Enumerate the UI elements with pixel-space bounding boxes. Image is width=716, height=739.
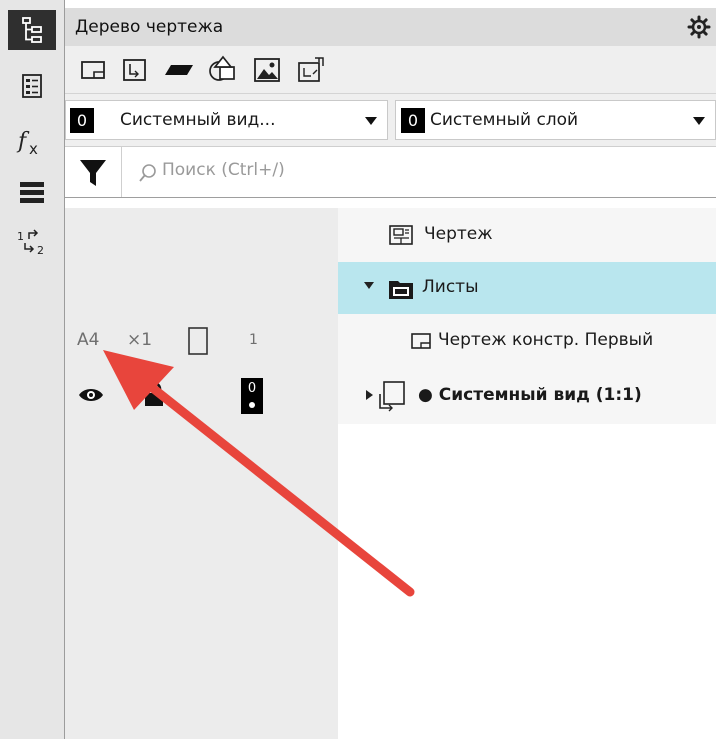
tree-item-label: Чертеж констр. Первый: [438, 330, 654, 350]
layers-icon: [20, 182, 44, 203]
collapse-arrow-icon[interactable]: [366, 390, 373, 400]
row-attributes-cell: [65, 208, 338, 262]
drawing-tree-panel: Дерево чертежа 0 Системный вид... 0 Сист…: [65, 0, 716, 739]
drawing-icon: [389, 225, 413, 245]
properties-tab-button[interactable]: [8, 66, 56, 106]
row-name-cell: Чертеж: [338, 208, 716, 262]
portrait-orientation-icon: [188, 327, 208, 355]
tree-row-system-view[interactable]: 0 ● Системный вид (1:1): [65, 368, 716, 424]
parallelogram-icon: [165, 65, 193, 75]
tree-item-label: Чертеж: [424, 224, 493, 244]
sheet-format: А4: [77, 330, 100, 350]
settings-button[interactable]: [684, 12, 714, 42]
new-sheet-button[interactable]: [77, 54, 109, 86]
shapes-icon: [209, 55, 235, 81]
view-number: 0: [70, 108, 94, 133]
tree-row-drawing[interactable]: Чертеж: [65, 208, 716, 262]
attributes-column-empty: [65, 424, 338, 739]
left-icon-rail: f x 1 2: [0, 0, 65, 739]
svg-text:1: 1: [17, 230, 24, 243]
layer-badge-number: 0: [247, 381, 257, 396]
row-attributes-cell: А4 ×1 1: [65, 314, 338, 368]
tree-icon: [22, 17, 42, 43]
insert-image-button[interactable]: [251, 54, 283, 86]
fragment-icon: [298, 57, 324, 82]
tree-row-sheet[interactable]: А4 ×1 1 Чертеж констр. Первый: [65, 314, 716, 368]
row-name-cell-selected: Листы: [338, 262, 716, 314]
sheet-multiplier: ×1: [127, 330, 153, 350]
view-icon: [379, 381, 405, 412]
order-tab-button[interactable]: 1 2: [8, 222, 56, 262]
object-toolbar: [65, 46, 716, 94]
fragment-button[interactable]: [295, 54, 327, 86]
row-name-cell: ● Системный вид (1:1): [338, 368, 716, 424]
layer-button[interactable]: [163, 54, 195, 86]
filter-icon[interactable]: [79, 158, 107, 188]
row-attributes-cell: 0: [65, 368, 338, 424]
function-icon: f x: [16, 129, 38, 158]
lock-icon[interactable]: [143, 382, 165, 408]
new-view-button[interactable]: [119, 54, 151, 86]
tree-tab-button[interactable]: [8, 10, 56, 50]
image-icon: [254, 58, 280, 82]
layer-number: 0: [401, 108, 425, 133]
search-icon: [139, 164, 156, 182]
svg-text:x: x: [29, 140, 38, 158]
folder-icon: [389, 281, 413, 299]
expand-arrow-icon[interactable]: [364, 282, 374, 289]
view-layer-selector-row: 0 Системный вид... 0 Системный слой: [65, 94, 716, 146]
objects-button[interactable]: [207, 54, 239, 86]
gear-icon: [687, 15, 711, 39]
panel-header: Дерево чертежа: [65, 8, 716, 46]
row-attributes-cell: [65, 262, 338, 314]
row-name-cell: Чертеж констр. Первый: [338, 314, 716, 368]
sheet-count: 1: [249, 332, 258, 348]
sheet-icon: [411, 333, 431, 349]
variables-tab-button[interactable]: f x: [8, 122, 56, 162]
eye-icon[interactable]: [77, 386, 105, 404]
tree-row-sheets[interactable]: Листы: [65, 262, 716, 314]
search-row: Поиск (Ctrl+/): [65, 146, 716, 198]
svg-text:f: f: [16, 129, 30, 154]
view-dropdown-label: Системный вид...: [120, 110, 276, 130]
properties-icon: [22, 74, 42, 98]
layer-dropdown-label: Системный слой: [430, 110, 579, 130]
tree-item-label: Листы: [422, 277, 479, 297]
layer-dropdown[interactable]: 0 Системный слой: [395, 100, 716, 140]
sheet-icon: [81, 61, 105, 79]
layer-dot-icon: [249, 402, 255, 408]
search-placeholder: Поиск (Ctrl+/): [162, 160, 285, 180]
layers-tab-button[interactable]: [8, 172, 56, 212]
tree-item-label: ● Системный вид (1:1): [418, 385, 642, 405]
search-input[interactable]: Поиск (Ctrl+/): [121, 147, 716, 197]
view-dropdown[interactable]: 0 Системный вид...: [65, 100, 388, 140]
chevron-down-icon: [365, 117, 377, 125]
view-icon: [123, 59, 146, 81]
swap-icon: 1 2: [17, 229, 44, 257]
panel-title: Дерево чертежа: [75, 17, 224, 37]
layer-badge: 0: [241, 378, 263, 414]
svg-text:2: 2: [37, 244, 44, 257]
chevron-down-icon: [693, 117, 705, 125]
